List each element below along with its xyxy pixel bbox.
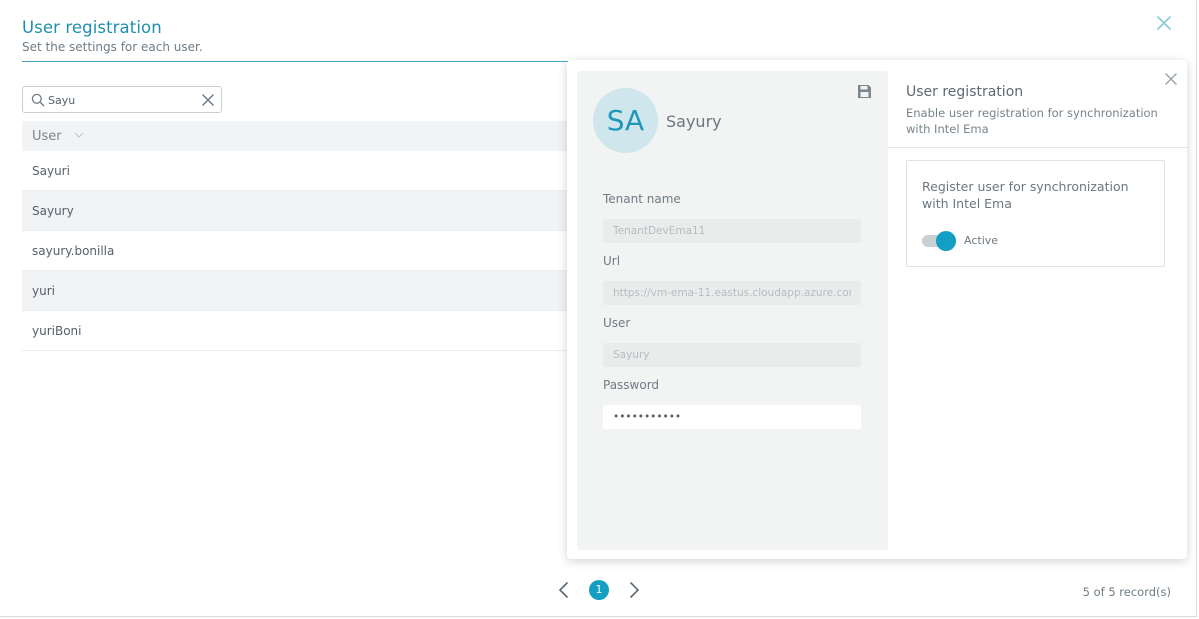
search-field <box>22 86 222 113</box>
password-field[interactable] <box>603 405 861 429</box>
sync-toggle[interactable] <box>922 231 958 251</box>
toggle-state-label: Active <box>964 234 999 247</box>
search-input[interactable] <box>48 91 188 109</box>
chevron-down-icon[interactable] <box>74 132 84 139</box>
user-cell: yuriBoni <box>32 324 82 338</box>
user-label: User <box>603 316 631 330</box>
user-cell: Sayury <box>32 204 74 218</box>
close-icon <box>1165 73 1177 85</box>
save-button[interactable] <box>857 84 872 103</box>
search-icon <box>31 93 45 107</box>
table-row[interactable]: yuriBoni <box>22 311 568 351</box>
previous-page-button[interactable] <box>557 581 571 599</box>
table-row[interactable]: yuri <box>22 271 568 311</box>
user-field <box>603 343 861 367</box>
user-cell: Sayuri <box>32 164 70 178</box>
tenant-name-label: Tenant name <box>603 192 681 206</box>
toggle-knob <box>936 231 956 251</box>
sync-setting-card: Register user for synchronization with I… <box>906 160 1165 267</box>
next-page-button[interactable] <box>627 581 641 599</box>
password-label: Password <box>603 378 660 392</box>
settings-description: Enable user registration for synchroniza… <box>906 106 1158 136</box>
user-detail-panel: SA Sayury Tenant name Url User Password … <box>567 60 1187 559</box>
close-icon <box>202 94 214 106</box>
settings-title: User registration <box>906 84 1024 100</box>
clear-search-button[interactable] <box>201 92 215 111</box>
page-title: User registration <box>22 18 162 37</box>
sync-setting-label: Register user for synchronization with I… <box>922 179 1129 211</box>
page-number-button[interactable]: 1 <box>589 580 609 600</box>
user-cell: yuri <box>32 284 55 298</box>
user-profile-card: SA Sayury Tenant name Url User Password <box>577 71 888 550</box>
url-field <box>603 281 861 305</box>
close-icon <box>1157 16 1171 30</box>
table-row[interactable]: Sayuri <box>22 151 568 191</box>
settings-divider <box>888 147 1187 148</box>
table-row[interactable]: sayury.bonilla <box>22 231 568 271</box>
column-header-user[interactable]: User <box>32 129 62 144</box>
profile-name: Sayury <box>666 112 722 131</box>
page-subtitle: Set the settings for each user. <box>22 40 203 54</box>
url-label: Url <box>603 254 621 268</box>
user-table: Sayuri Sayury sayury.bonilla yuri yuriBo… <box>22 151 568 351</box>
title-divider <box>22 61 568 62</box>
tenant-name-field <box>603 219 861 243</box>
avatar: SA <box>593 88 658 153</box>
close-panel-button[interactable] <box>1164 71 1178 90</box>
table-row[interactable]: Sayury <box>22 191 568 231</box>
table-header: User <box>22 121 568 151</box>
chevron-right-icon <box>630 582 640 598</box>
user-cell: sayury.bonilla <box>32 244 115 258</box>
save-icon <box>858 85 871 98</box>
chevron-left-icon <box>558 582 568 598</box>
record-count: 5 of 5 record(s) <box>1082 585 1171 599</box>
close-dialog-button[interactable] <box>1155 14 1173 32</box>
